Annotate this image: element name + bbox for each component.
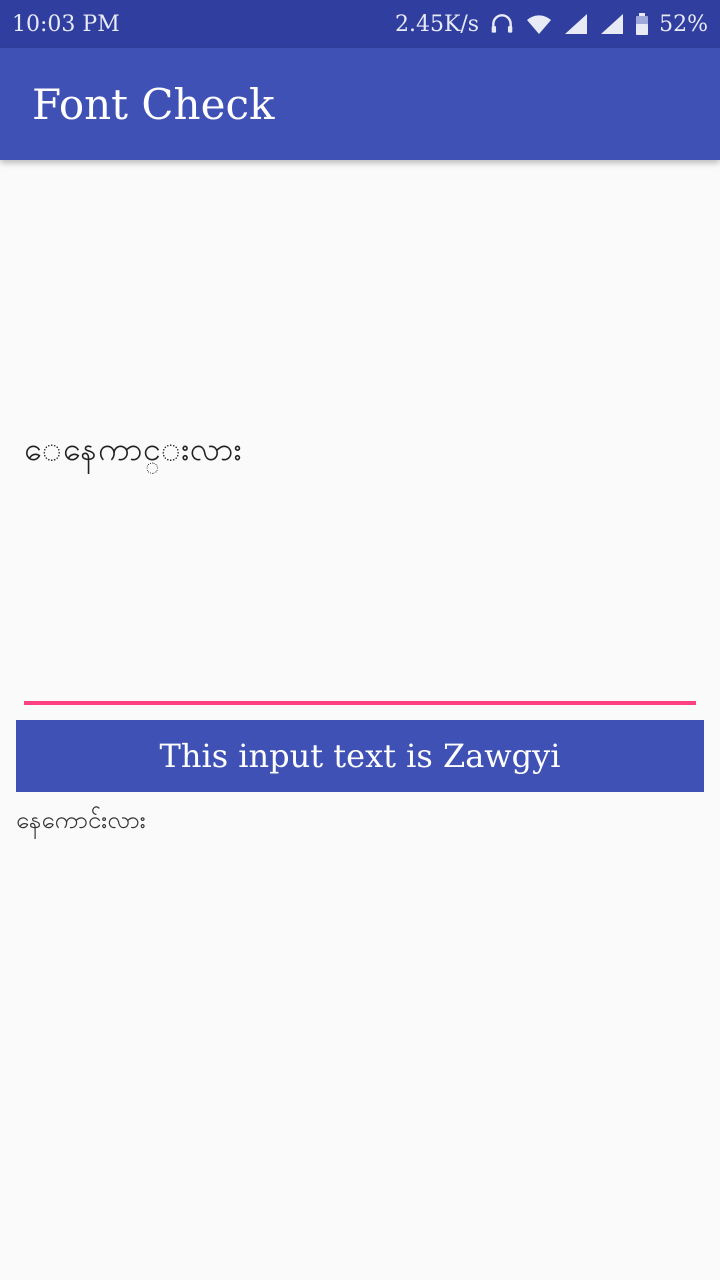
text-input[interactable]: ေနေကာင္းလား xyxy=(24,160,696,706)
wifi-icon xyxy=(525,12,553,36)
status-time: 10:03 PM xyxy=(12,11,120,37)
output-text: နေကောင်းလား xyxy=(16,806,146,834)
network-speed: 2.45K/s xyxy=(394,11,480,37)
app-bar: Font Check xyxy=(0,48,720,160)
battery-icon xyxy=(635,12,649,36)
app-title: Font Check xyxy=(32,79,275,129)
check-font-button[interactable]: This input text is Zawgyi xyxy=(16,720,704,792)
status-indicators: 2.45K/s 52% xyxy=(395,11,708,37)
signal-icon xyxy=(599,12,625,36)
signal-icon xyxy=(563,12,589,36)
battery-percent: 52% xyxy=(659,11,708,37)
input-text-value: ေနေကာင္းလား xyxy=(24,430,243,468)
input-underline xyxy=(24,701,696,705)
headphones-icon xyxy=(489,11,515,37)
status-bar: 10:03 PM 2.45K/s 52% xyxy=(0,0,720,48)
